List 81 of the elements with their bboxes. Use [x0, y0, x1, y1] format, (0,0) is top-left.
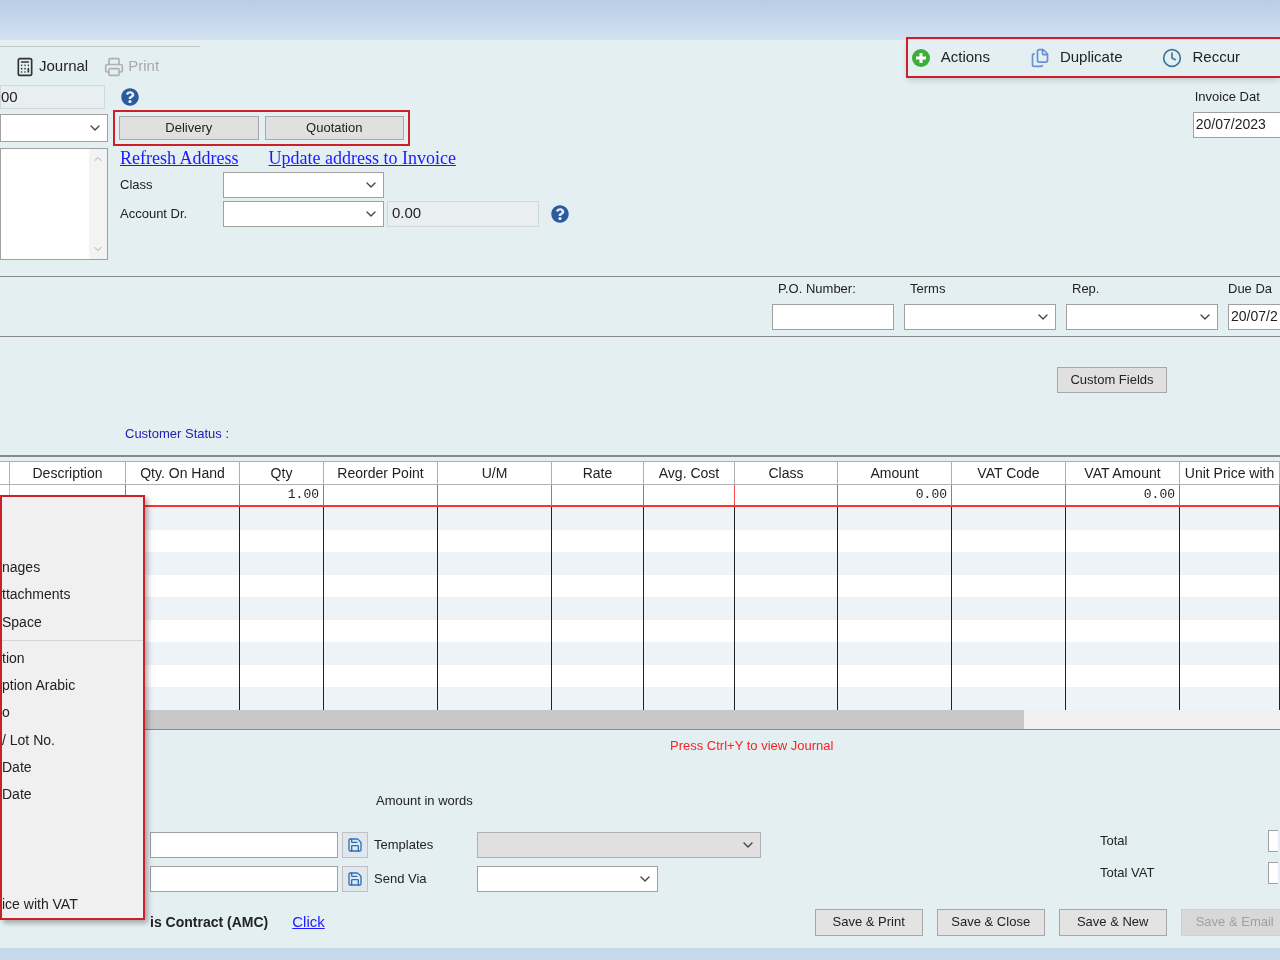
- column-header[interactable]: Description: [10, 462, 126, 484]
- save-icon: [347, 837, 363, 853]
- save-icon-button[interactable]: [342, 866, 368, 892]
- save-icon-button[interactable]: [342, 832, 368, 858]
- total-field[interactable]: [1268, 862, 1278, 884]
- tab-button[interactable]: Delivery: [119, 116, 259, 140]
- contract-label: is Contract (AMC): [150, 912, 269, 932]
- toolbar-button[interactable]: Reccur: [1162, 46, 1240, 69]
- toolbar-button[interactable]: Journal: [15, 55, 89, 78]
- amount-in-words-label: Amount in words: [376, 791, 473, 810]
- address-link[interactable]: Refresh Address: [120, 148, 239, 168]
- footer-button[interactable]: Save & Print: [814, 908, 923, 936]
- po-number-field[interactable]: [772, 303, 894, 330]
- documents-icon: [1029, 47, 1050, 68]
- total-label: Total VAT: [1100, 864, 1156, 883]
- journal-hint: Press Ctrl+Y to view Journal: [670, 737, 834, 755]
- text-field[interactable]: [150, 866, 338, 892]
- menu-item[interactable]: ice with VAT: [2, 890, 143, 918]
- calculator-icon: [15, 56, 35, 77]
- column-header[interactable]: Amount: [838, 462, 952, 484]
- address-link[interactable]: Update address to Invoice: [268, 148, 456, 168]
- menu-item[interactable]: tion: [2, 644, 143, 672]
- address-box[interactable]: [0, 148, 108, 260]
- table-cell[interactable]: 1.00: [240, 485, 324, 505]
- footer-button[interactable]: Save & Close: [936, 908, 1045, 936]
- field-label: Send Via: [374, 870, 428, 889]
- column-header[interactable]: VAT Code: [952, 462, 1066, 484]
- menu-item[interactable]: Date: [2, 753, 143, 782]
- menu-item[interactable]: Date: [2, 781, 143, 809]
- class-label: Class: [120, 176, 154, 195]
- help-icon[interactable]: [551, 205, 569, 223]
- field-label: P.O. Number:: [777, 280, 857, 298]
- custom-fields-button[interactable]: Custom Fields: [1057, 367, 1167, 393]
- column-header[interactable]: Rate: [552, 462, 644, 484]
- dropdown[interactable]: [477, 866, 658, 892]
- tab-button[interactable]: Quotation: [264, 116, 404, 140]
- dropdown[interactable]: [904, 303, 1056, 330]
- click-link[interactable]: Click: [292, 910, 325, 934]
- column-header[interactable]: Unit Price with: [1180, 462, 1280, 484]
- number-field[interactable]: 00: [0, 85, 105, 109]
- field-label: Terms: [909, 280, 947, 298]
- column-header[interactable]: Reorder Point: [324, 462, 438, 484]
- invoice-date-label: Invoice Dat: [1194, 88, 1261, 106]
- column-header[interactable]: Avg. Cost: [644, 462, 735, 484]
- menu-item[interactable]: Space: [2, 608, 143, 636]
- column-header[interactable]: U/M: [438, 462, 552, 484]
- customer-status-label: Customer Status :: [125, 425, 230, 443]
- table-cell[interactable]: 0.00: [838, 485, 952, 505]
- dropdown[interactable]: [0, 114, 108, 142]
- toolbar-button[interactable]: Actions: [910, 46, 990, 69]
- menu-item[interactable]: o: [2, 699, 143, 727]
- clock-icon: [1162, 47, 1183, 68]
- printer-icon: [104, 56, 125, 77]
- field-label: Due Da: [1228, 280, 1274, 298]
- field-label: Templates: [374, 836, 435, 855]
- field-label: Rep.: [1071, 280, 1101, 298]
- menu-item[interactable]: nages: [2, 553, 143, 582]
- save-icon: [347, 871, 363, 887]
- footer-button[interactable]: Save & New: [1058, 908, 1167, 936]
- table-cell[interactable]: 0.00: [1066, 485, 1180, 505]
- plus-icon: [910, 47, 931, 68]
- menu-item[interactable]: ption Arabic: [2, 671, 143, 700]
- date-field[interactable]: 20/07/2: [1228, 303, 1280, 330]
- scrollbar[interactable]: [89, 149, 107, 259]
- column-header[interactable]: Qty: [240, 462, 324, 484]
- menu-item[interactable]: ttachments: [2, 581, 143, 609]
- account-label: Account Dr.: [120, 205, 189, 224]
- date-field[interactable]: 20/07/2023: [1192, 111, 1280, 138]
- dropdown[interactable]: [223, 201, 384, 227]
- help-icon[interactable]: [121, 88, 139, 106]
- dropdown[interactable]: [223, 172, 384, 198]
- total-field[interactable]: [1268, 830, 1278, 852]
- text-field[interactable]: [150, 832, 338, 858]
- column-header[interactable]: Class: [735, 462, 838, 484]
- menu-item[interactable]: / Lot No.: [2, 726, 143, 754]
- amount-field[interactable]: 0.00: [387, 201, 539, 227]
- total-label: Total: [1100, 832, 1129, 851]
- column-header[interactable]: Qty. On Hand: [126, 462, 240, 484]
- dropdown[interactable]: [1066, 303, 1218, 330]
- column-header[interactable]: VAT Amount: [1066, 462, 1180, 484]
- toolbar-button[interactable]: Duplicate: [1029, 46, 1123, 69]
